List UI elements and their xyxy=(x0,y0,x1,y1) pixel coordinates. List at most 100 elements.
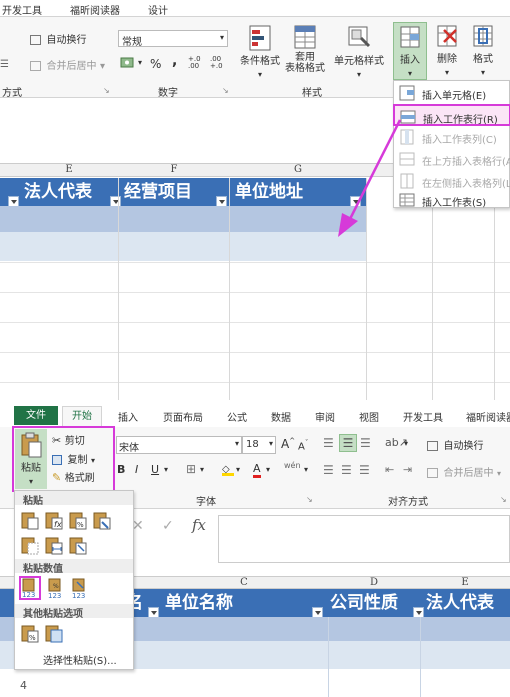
paste-picture-icon[interactable] xyxy=(45,623,63,643)
paste-values-source-format-icon[interactable]: 123 xyxy=(71,578,89,600)
increase-indent-button[interactable]: ⇥ xyxy=(403,463,412,476)
align-bottom-button[interactable]: ☰ xyxy=(360,436,371,450)
align-right-button[interactable]: ☰ xyxy=(359,463,370,477)
paste-formatting-icon[interactable]: % xyxy=(21,623,39,643)
grid-area[interactable] xyxy=(0,262,510,400)
wrap-text-button[interactable]: 自动换行 xyxy=(30,31,87,46)
paste-keep-source-format-icon[interactable] xyxy=(93,510,111,530)
paste-no-borders-icon[interactable] xyxy=(21,535,39,555)
align-middle-button[interactable]: ☰ xyxy=(339,434,357,452)
copy-button[interactable]: 复制 ▾ xyxy=(52,451,95,466)
menu-item-insert-cells[interactable]: 插入单元格(E) xyxy=(394,82,510,104)
cell-styles-button[interactable]: 单元格样式 ▾ xyxy=(330,24,388,80)
menu-item-insert-table-row-above[interactable]: 在上方插入表格行(A) xyxy=(394,148,510,170)
decrease-indent-button[interactable]: ⇤ xyxy=(385,463,394,476)
alignment-launcher-icon[interactable]: ↘ xyxy=(103,86,110,95)
tab-view[interactable]: 视图 xyxy=(359,409,379,424)
wrap-text-button[interactable]: 自动换行 xyxy=(427,437,484,452)
italic-button[interactable]: I xyxy=(135,463,138,476)
tab-foxit[interactable]: 福昕阅读器 xyxy=(466,409,510,424)
currency-button[interactable] xyxy=(120,56,136,73)
header-cell-address[interactable]: 单位地址 xyxy=(235,179,345,206)
delete-button[interactable]: 删除 ▾ xyxy=(430,22,464,80)
fill-color-icon[interactable]: ◇ xyxy=(222,464,234,476)
borders-dropdown-icon[interactable]: ▾ xyxy=(200,465,204,474)
bold-button[interactable]: B xyxy=(117,463,125,476)
phonetic-button[interactable]: wén xyxy=(284,461,301,470)
fill-color-dropdown-icon[interactable]: ▾ xyxy=(236,465,240,474)
align-left-button[interactable]: ☰ xyxy=(323,463,334,477)
font-launcher-icon[interactable]: ↘ xyxy=(306,495,313,504)
tab-developer[interactable]: 开发工具 xyxy=(403,409,443,424)
tab-design[interactable]: 设计 xyxy=(148,2,168,17)
font-color-dropdown-icon[interactable]: ▾ xyxy=(266,465,270,474)
tab-developer[interactable]: 开发工具 xyxy=(2,2,42,17)
grid-area[interactable] xyxy=(0,669,510,697)
tab-home[interactable]: 开始 xyxy=(62,406,102,427)
formula-input[interactable] xyxy=(218,515,510,563)
format-button[interactable]: 格式 ▾ xyxy=(466,22,500,80)
font-size-select[interactable]: 18 ▾ xyxy=(242,436,276,454)
paste-special-menu-item[interactable]: 选择性粘贴(S)... xyxy=(43,652,117,667)
header-cell-legal-rep[interactable]: 法人代表 xyxy=(426,590,510,617)
number-launcher-icon[interactable]: ↘ xyxy=(222,86,229,95)
number-format-select[interactable]: 常规 ▾ xyxy=(118,30,228,48)
align-top-button[interactable]: ☰ xyxy=(323,436,334,450)
conditional-format-button[interactable]: 条件格式 ▾ xyxy=(236,24,284,80)
currency-dropdown-icon[interactable]: ▾ xyxy=(138,58,142,67)
insert-button[interactable]: 插入 ▾ xyxy=(393,22,427,80)
tab-data[interactable]: 数据 xyxy=(271,409,291,424)
tab-foxit[interactable]: 福昕阅读器 xyxy=(70,2,120,17)
column-letter-e[interactable]: E xyxy=(20,164,118,177)
format-painter-button[interactable]: ✎ 格式刷 xyxy=(52,469,95,484)
paste-button[interactable]: 粘贴 ▾ xyxy=(15,429,47,489)
alignment-launcher-icon[interactable]: ↘ xyxy=(500,495,507,504)
paste-values-option[interactable]: 123 xyxy=(19,576,41,600)
align-left-partial-icon: ☰ xyxy=(0,59,9,70)
header-cell-legal-rep[interactable]: 法人代表 xyxy=(24,179,109,206)
paste-formulas-number-format-icon[interactable]: % xyxy=(69,510,87,530)
tab-formulas[interactable]: 公式 xyxy=(227,409,247,424)
merge-center-button[interactable]: 合并后居中 ▾ xyxy=(427,464,501,479)
tab-file[interactable]: 文件 xyxy=(14,406,58,425)
merge-center-button[interactable]: 合并后居中 ▾ xyxy=(30,57,105,72)
increase-decimal-button[interactable]: .00 +.0 xyxy=(210,56,228,70)
paste-transpose-icon[interactable] xyxy=(69,535,87,555)
paste-values-number-format-icon[interactable]: % 123 xyxy=(47,578,65,600)
decrease-font-size-button[interactable]: Aˇ xyxy=(298,439,308,452)
font-name-select[interactable]: 宋体 ▾ xyxy=(116,436,242,454)
align-center-button[interactable]: ☰ xyxy=(341,463,352,477)
comma-button[interactable]: , xyxy=(172,53,177,69)
table-row[interactable] xyxy=(0,232,366,262)
svg-text:123: 123 xyxy=(72,592,85,600)
percent-button[interactable]: % xyxy=(150,57,161,71)
tab-review[interactable]: 审阅 xyxy=(315,409,335,424)
format-as-table-button[interactable]: 套用 表格格式 xyxy=(284,24,326,80)
number-format-value: 常规 xyxy=(122,37,142,48)
paste-keep-column-widths-icon[interactable] xyxy=(45,535,63,555)
header-cell-unit-name[interactable]: 单位名称 xyxy=(165,590,305,617)
borders-button[interactable]: ⊞ xyxy=(186,462,196,476)
phonetic-dropdown-icon[interactable]: ▾ xyxy=(304,465,308,474)
header-cell-business-scope[interactable]: 经营项目 xyxy=(124,179,216,206)
orientation-dropdown-icon[interactable]: ▾ xyxy=(404,439,408,448)
decrease-decimal-button[interactable]: +.0 .00 xyxy=(188,56,206,70)
column-letter-f[interactable]: F xyxy=(120,164,228,177)
underline-dropdown-icon[interactable]: ▾ xyxy=(164,465,168,474)
cut-button[interactable]: ✂ 剪切 xyxy=(52,432,85,447)
tab-page-layout[interactable]: 页面布局 xyxy=(163,409,203,424)
font-color-button[interactable]: A xyxy=(253,462,261,478)
enter-icon[interactable]: ✓ xyxy=(162,518,174,534)
insert-function-button[interactable]: fx xyxy=(192,516,206,534)
table-row[interactable] xyxy=(0,206,366,232)
paste-option-icon[interactable] xyxy=(21,510,39,530)
menu-item-insert-sheet[interactable]: 插入工作表(S) xyxy=(394,189,510,211)
tab-insert[interactable]: 插入 xyxy=(118,409,138,424)
paste-formulas-icon[interactable]: fx xyxy=(45,510,63,530)
header-cell-company-type[interactable]: 公司性质 xyxy=(330,590,414,617)
underline-button[interactable]: U xyxy=(151,463,159,476)
menu-item-insert-sheet-rows[interactable]: 插入工作表行(R) xyxy=(393,104,510,126)
increase-font-size-button[interactable]: A^ xyxy=(281,437,295,451)
row-number[interactable]: 4 xyxy=(20,679,27,692)
menu-item-insert-sheet-columns[interactable]: 插入工作表列(C) xyxy=(394,126,510,148)
